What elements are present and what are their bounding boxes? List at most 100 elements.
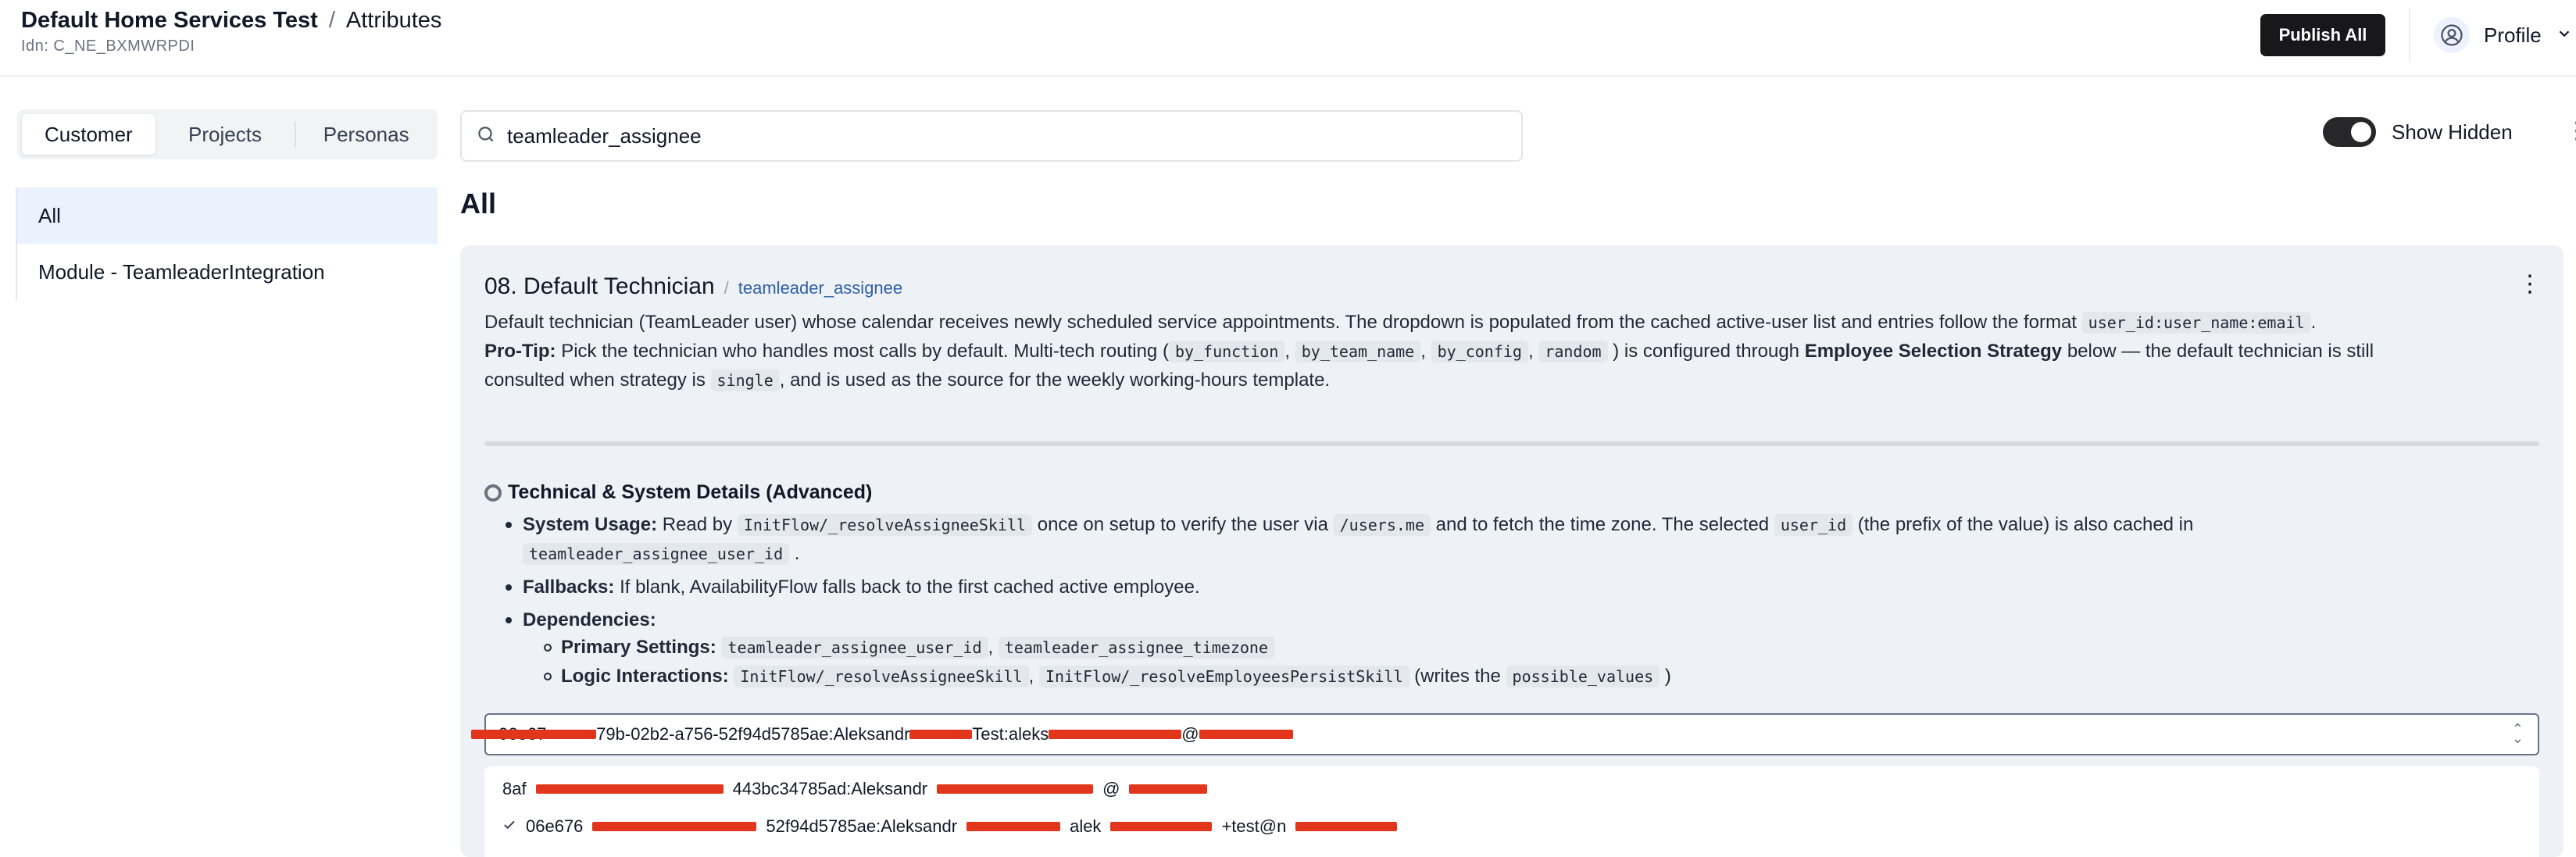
fallbacks-item: Fallbacks: If blank, AvailabilityFlow fa… xyxy=(506,574,1200,601)
redaction-mark xyxy=(1110,822,1213,831)
option-text: 443bc34785ad:Aleksandr xyxy=(732,779,928,798)
code-by-function: by_function xyxy=(1168,341,1285,362)
profile-label: Profile xyxy=(2484,23,2542,47)
module-list: All Module - TeamleaderIntegration xyxy=(16,187,438,300)
show-hidden-toggle[interactable] xyxy=(2323,117,2376,147)
fallbacks-text: If blank, AvailabilityFlow falls back to… xyxy=(620,577,1200,598)
primary-settings-label: Primary Settings: xyxy=(561,637,716,658)
code-logic-resolve-employees: InitFlow/_resolveEmployeesPersistSkill xyxy=(1038,666,1409,687)
tab-divider xyxy=(295,122,297,147)
attribute-card: 08. Default Technician / teamleader_assi… xyxy=(460,245,2563,857)
format-code: user_id:user_name:email xyxy=(2081,312,2311,334)
title-separator: / xyxy=(723,278,729,298)
dropdown-option[interactable]: 8af 443bc34785ad:Aleksandr @ xyxy=(502,779,1208,799)
breadcrumb-separator: / xyxy=(328,8,335,33)
redaction-mark xyxy=(1129,784,1208,794)
code-primary-user-id: teamleader_assignee_user_id xyxy=(721,637,988,659)
attribute-key: teamleader_assignee xyxy=(738,278,903,298)
tab-personas[interactable]: Personas xyxy=(299,114,433,155)
bullet-dot xyxy=(506,522,512,528)
technician-select[interactable]: 06e6779b-02b2-a756-52f94d5785ae:Aleksand… xyxy=(471,713,2539,755)
chevron-down-icon xyxy=(2556,23,2573,48)
redaction-mark xyxy=(1295,822,1398,831)
dependencies-item: Dependencies: xyxy=(506,607,656,634)
system-usage-text-4: (the prefix of the value) is also cached… xyxy=(1857,514,2194,535)
option-text: alek xyxy=(1070,816,1102,836)
pro-tip-text-2: ) is configured through xyxy=(1613,341,1800,362)
card-menu-icon[interactable]: ⋮ xyxy=(2518,270,2542,298)
logic-interactions-label: Logic Interactions: xyxy=(561,666,729,687)
code-teamleader-assignee-user-id: teamleader_assignee_user_id xyxy=(523,543,790,565)
fallbacks-label: Fallbacks: xyxy=(523,577,615,598)
pro-tip-label: Pro-Tip: xyxy=(484,341,556,362)
header-divider xyxy=(2409,8,2410,62)
code-init-flow-resolve-assignee: InitFlow/_resolveAssigneeSkill xyxy=(737,514,1033,536)
system-usage-item-cont: teamleader_assignee_user_id . xyxy=(523,541,799,567)
sidebar-item-teamleader-integration[interactable]: Module - TeamleaderIntegration xyxy=(17,244,438,300)
bullet-ring xyxy=(544,644,552,652)
show-hidden-control: Show Hidden xyxy=(2323,117,2513,147)
code-user-id: user_id xyxy=(1774,514,1853,536)
section-title: All xyxy=(460,187,497,220)
chevron-up-down-icon: ⌃ ⌄ xyxy=(2511,721,2524,746)
code-by-config: by_config xyxy=(1431,341,1528,362)
pro-tip-line2: consulted when strategy is single, and i… xyxy=(484,366,1330,395)
attribute-title: 08. Default Technician xyxy=(484,273,715,299)
search-icon xyxy=(476,124,496,148)
system-usage-text-2: once on setup to verify the user via xyxy=(1037,514,1328,535)
description: Default technician (TeamLeader user) who… xyxy=(484,312,2317,334)
system-usage-text: Read by xyxy=(662,514,733,535)
sidebar-item-all[interactable]: All xyxy=(17,187,438,244)
primary-settings-item: Primary Settings: teamleader_assignee_us… xyxy=(544,634,1275,661)
code-by-team-name: by_team_name xyxy=(1295,341,1421,362)
pro-tip-text: Pick the technician who handles most cal… xyxy=(561,341,1169,362)
redaction-mark xyxy=(966,822,1061,831)
code-logic-resolve-assignee: InitFlow/_resolveAssigneeSkill xyxy=(734,666,1029,687)
dropdown-option-selected[interactable]: 06e676 52f94d5785ae:Aleksandr alek +test@n xyxy=(502,816,1398,837)
employee-selection-strategy: Employee Selection Strategy xyxy=(1804,341,2063,362)
option-text: 06e676 xyxy=(526,816,584,836)
redaction-mark xyxy=(471,730,597,739)
category-tabs: Customer Projects Personas xyxy=(17,109,438,159)
description-text: Default technician (TeamLeader user) who… xyxy=(484,312,2077,333)
technical-details-heading[interactable]: Technical & System Details (Advanced) xyxy=(484,481,872,504)
code-possible-values: possible_values xyxy=(1506,666,1660,687)
system-usage-label: System Usage: xyxy=(523,514,658,535)
code-random: random xyxy=(1538,341,1608,362)
search-value: teamleader_assignee xyxy=(507,123,702,148)
pro-tip-text-5: , and is used as the source for the week… xyxy=(779,370,1331,391)
breadcrumb-current: Attributes xyxy=(345,8,442,33)
code-single: single xyxy=(710,370,780,391)
breadcrumb: Default Home Services Test / Attributes xyxy=(21,8,441,34)
system-usage-text-3: and to fetch the time zone. The selected xyxy=(1435,514,1770,535)
bullet-ring xyxy=(544,673,552,680)
bullet-dot xyxy=(506,584,512,591)
more-options-icon[interactable]: ⋮ xyxy=(2565,117,2576,145)
idn-label: Idn: C_NE_BXMWRPDI xyxy=(21,37,195,55)
redaction-mark xyxy=(1199,730,1293,739)
publish-all-button[interactable]: Publish All xyxy=(2260,14,2385,56)
check-icon xyxy=(502,816,516,837)
redaction-mark xyxy=(592,822,757,831)
option-text: +test@n xyxy=(1221,816,1287,836)
tab-projects[interactable]: Projects xyxy=(159,114,292,155)
search-input[interactable]: teamleader_assignee xyxy=(460,110,1523,162)
show-hidden-label: Show Hidden xyxy=(2392,120,2513,144)
option-text: 8af xyxy=(502,779,527,798)
logic-text: (writes the xyxy=(1414,666,1501,687)
logic-interactions-item: Logic Interactions: InitFlow/_resolveAss… xyxy=(544,663,1671,690)
tab-customer[interactable]: Customer xyxy=(22,114,155,155)
breadcrumb-root[interactable]: Default Home Services Test xyxy=(21,8,318,33)
redaction-mark xyxy=(909,730,973,739)
option-text: @ xyxy=(1102,779,1120,798)
redaction-mark xyxy=(535,784,723,794)
profile-menu[interactable]: Profile xyxy=(2434,14,2573,56)
code-users-me: /users.me xyxy=(1333,514,1431,536)
select-value-part: 79b-02b2-a756-52f94d5785ae:Aleksandr xyxy=(596,724,910,744)
pro-tip-line1: Pro-Tip: Pick the technician who handles… xyxy=(484,341,2374,362)
bullet-dot xyxy=(506,617,512,623)
gear-icon xyxy=(484,484,502,502)
user-avatar-icon xyxy=(2434,17,2470,53)
logic-text-close: ) xyxy=(1664,666,1671,687)
code-primary-timezone: teamleader_assignee_timezone xyxy=(998,637,1275,659)
